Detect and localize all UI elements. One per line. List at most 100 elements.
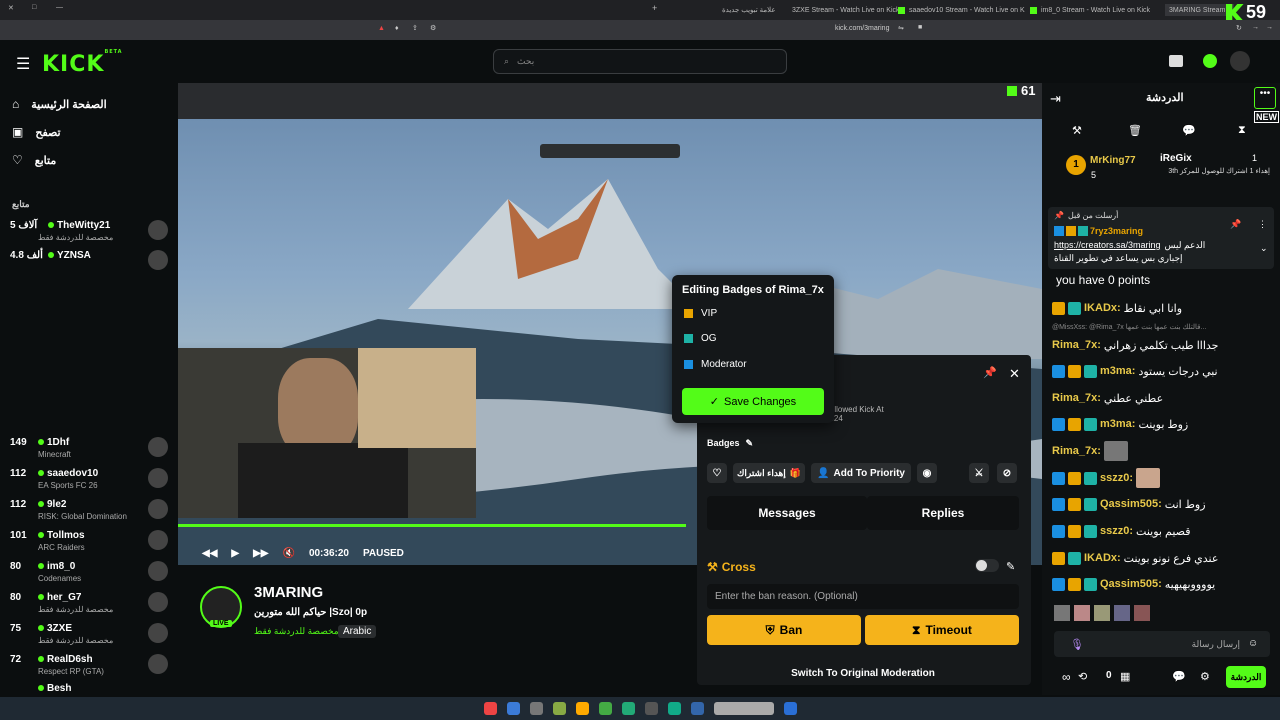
pin-icon[interactable]: 📌 — [983, 366, 997, 379]
block-button[interactable]: ⊘ — [997, 463, 1017, 483]
chat-username[interactable]: Rima_7x: — [1052, 445, 1101, 457]
chat-message[interactable]: sszz0: — [1052, 468, 1272, 488]
view-button[interactable]: ◉ — [917, 463, 937, 483]
minimize-window-icon[interactable]: — — [56, 4, 63, 11]
fast-forward-icon[interactable]: ▶▶ — [253, 548, 268, 559]
streamer-name[interactable]: 3MARING — [254, 584, 323, 601]
emoji-icon[interactable]: ☺ — [1248, 638, 1258, 649]
forward-icon[interactable]: → — [1266, 24, 1273, 31]
app-taskbar-icon[interactable] — [552, 702, 566, 715]
chat-message[interactable]: Qassim505: يووووبهيهيه — [1052, 574, 1272, 594]
tab-messages[interactable]: Messages — [707, 496, 867, 530]
chat-username[interactable]: IKADx: — [1084, 552, 1121, 564]
chat-username[interactable]: Qassim505: — [1100, 578, 1162, 590]
close-window-icon[interactable]: ✕ — [8, 4, 14, 12]
shield-icon[interactable]: ♦ — [395, 25, 399, 32]
tab-3zxe[interactable]: 3ZXE Stream - Watch Live on Kick — [792, 4, 900, 16]
url-text[interactable]: kick.com/3maring — [835, 25, 889, 32]
tab-3maring[interactable]: 3MARING Stream - — [1165, 4, 1234, 16]
stream-category[interactable]: مخصصة للدردشة فقط — [254, 626, 339, 637]
app-taskbar-icon[interactable] — [644, 702, 658, 715]
chat-message[interactable]: Rima_7x: جدااا طيب تكلمي زهراني — [1052, 335, 1272, 355]
switch-moderation-button[interactable]: Switch To Original Moderation — [707, 662, 1019, 684]
send-chat-button[interactable]: الدردشة — [1226, 666, 1266, 688]
chat-menu-button[interactable]: ••• — [1254, 87, 1276, 109]
edit-icon[interactable]: ✎ — [746, 438, 754, 449]
windows-taskbar-icon[interactable] — [506, 702, 520, 715]
menu-icon[interactable]: ☰ — [16, 54, 30, 74]
pinned-username[interactable]: 7ryz3maring — [1090, 226, 1143, 236]
chat-username[interactable]: m3ma: — [1100, 418, 1135, 430]
badge-option-vip[interactable]: VIP — [684, 308, 717, 319]
chrome-taskbar-icon[interactable] — [621, 702, 635, 715]
store-icon[interactable]: ▦ — [1120, 670, 1130, 683]
channel-item[interactable]: 72 RealD6sh Respect RP (GTA) — [10, 652, 170, 680]
hourglass-icon[interactable]: ⧗ — [1238, 124, 1246, 137]
folder-taskbar-icon[interactable] — [575, 702, 589, 715]
chat-message[interactable]: IKADx: وانا ابي نقاط — [1052, 298, 1272, 318]
chat-username[interactable]: m3ma: — [1100, 365, 1135, 377]
emote-icon[interactable] — [1134, 605, 1150, 621]
settings-icon[interactable]: ⚙ — [430, 24, 436, 32]
tab-saaedov10[interactable]: saaedov10 Stream - Watch Live on K — [898, 4, 1025, 16]
save-changes-button[interactable]: ✓ Save Changes — [682, 388, 824, 415]
channel-item[interactable]: 80 her_G7 مخصصة للدردشة فقط — [10, 590, 170, 618]
channel-item[interactable]: 112 9le2 RISK: Global Domination — [10, 497, 170, 525]
chat-input[interactable]: إرسال رسالة — [1054, 631, 1270, 657]
channel-item[interactable]: 5 آلاف TheWitty21 مخصصة للدردشة فقط — [10, 218, 170, 246]
new-tab-icon[interactable]: + — [652, 3, 657, 13]
mute-icon[interactable]: 🔇 — [282, 548, 294, 559]
user-avatar[interactable] — [1230, 51, 1250, 71]
gamepad-icon[interactable] — [1169, 55, 1183, 67]
tab-replies[interactable]: Replies — [867, 496, 1019, 530]
search-input[interactable]: ⌕ بحث — [493, 49, 787, 74]
trash-icon[interactable]: 🗑 — [1128, 124, 1142, 137]
chat-username[interactable]: sszz0: — [1100, 525, 1133, 537]
chat-username[interactable]: IKADx: — [1084, 302, 1121, 314]
chat-message[interactable]: m3ma: زوط بوينت — [1052, 414, 1272, 434]
back-icon[interactable]: → — [1252, 24, 1259, 31]
microphone-icon[interactable]: 🎙 — [1070, 638, 1084, 651]
chat-message[interactable]: Qassim505: زوط انت — [1052, 494, 1272, 514]
emote-icon[interactable] — [1114, 605, 1130, 621]
close-icon[interactable]: ✕ — [1009, 366, 1020, 382]
edge-taskbar-icon[interactable] — [667, 702, 681, 715]
channel-item[interactable]: 149 1Dhf Minecraft — [10, 435, 170, 463]
chat-username[interactable]: Qassim505: — [1100, 498, 1162, 510]
language-tag[interactable]: Arabic — [338, 625, 377, 638]
sidebar-item-following[interactable]: ♡ متابع — [12, 153, 56, 167]
chat-username[interactable]: Rima_7x: — [1052, 392, 1101, 404]
add-priority-button[interactable]: 👤 Add To Priority — [811, 463, 911, 483]
chat-bubble-icon[interactable]: 💬 — [1172, 670, 1186, 683]
chat-bubble-icon[interactable]: 💬 — [1182, 124, 1196, 137]
ban-button[interactable]: ⛨ Ban — [707, 615, 861, 645]
app-taskbar-icon[interactable] — [690, 702, 704, 715]
tab-im8[interactable]: im8_0 Stream - Watch Live on Kick — [1030, 4, 1150, 16]
chat-message[interactable]: m3ma: نبي درجات يستود — [1052, 361, 1272, 381]
edit-icon[interactable]: ✎ — [1006, 560, 1015, 573]
tune-icon[interactable]: ⇋ — [898, 24, 904, 32]
chat-message[interactable]: sszz0: قصيم بوينت — [1052, 521, 1272, 541]
channel-item[interactable]: 80 im8_0 Codenames — [10, 559, 170, 587]
leader-name[interactable]: MrKing77 — [1090, 155, 1136, 166]
emote-icon[interactable] — [1054, 605, 1070, 621]
hammer-tool-icon[interactable]: ⚒ — [1072, 124, 1082, 137]
bookmark-icon[interactable]: ■ — [918, 24, 922, 31]
collapse-chat-icon[interactable]: ⇥ — [1050, 91, 1061, 107]
unmod-button[interactable]: ⚔ — [969, 463, 989, 483]
share-icon[interactable]: ⇪ — [412, 24, 418, 32]
reload-icon[interactable]: ↻ — [1236, 24, 1242, 32]
channel-item[interactable]: 101 Tollmos ARC Raiders — [10, 528, 170, 556]
tab-new[interactable]: علامة تبويب جديدة — [722, 4, 776, 16]
ban-reason-input[interactable]: Enter the ban reason. (Optional) — [707, 584, 1019, 609]
share-icon[interactable]: ⟲ — [1078, 670, 1087, 683]
play-icon[interactable]: ▶ — [231, 548, 239, 559]
emote-icon[interactable] — [1074, 605, 1090, 621]
sidebar-item-browse[interactable]: ▣ تصفح — [12, 125, 61, 139]
start-taskbar-icon[interactable] — [783, 702, 797, 715]
taskbar-search-box[interactable] — [713, 702, 774, 715]
chat-username[interactable]: Rima_7x: — [1052, 339, 1101, 351]
more-vertical-icon[interactable]: ⋮ — [1258, 219, 1267, 230]
rewind-icon[interactable]: ◀◀ — [202, 548, 217, 559]
chat-message[interactable]: Rima_7x: عطني عطني — [1052, 388, 1272, 408]
